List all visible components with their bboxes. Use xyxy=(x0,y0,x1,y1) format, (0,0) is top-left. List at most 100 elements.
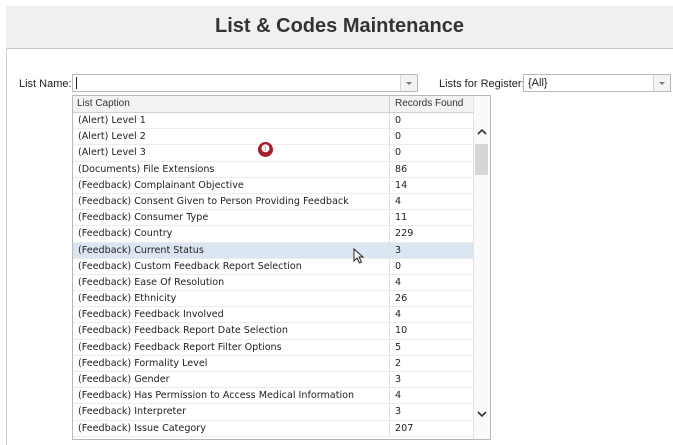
list-dropdown: List Caption Records Found (Alert) Level… xyxy=(72,95,491,440)
column-divider xyxy=(389,258,390,274)
records-found-cell: 4 xyxy=(395,390,402,402)
list-row[interactable]: (Feedback) Interpreter 3 xyxy=(73,404,473,421)
records-found-cell: 3 xyxy=(395,406,402,418)
records-found-cell: 5 xyxy=(395,341,402,353)
list-caption-cell: (Feedback) Ease Of Resolution xyxy=(78,276,225,288)
list-caption-cell: (Feedback) Gender xyxy=(78,374,170,385)
list-row[interactable]: (Feedback) Ease Of Resolution 4 xyxy=(73,274,473,292)
column-divider xyxy=(389,388,390,404)
list-row[interactable]: (Feedback) Country 229 xyxy=(73,226,473,243)
column-divider xyxy=(389,96,390,112)
column-divider xyxy=(389,420,390,436)
column-divider xyxy=(389,339,390,355)
list-row[interactable]: (Alert) Level 3 0 xyxy=(73,145,473,162)
records-found-cell: 11 xyxy=(395,212,408,224)
list-caption-cell: (Feedback) Feedback Report Date Selectio… xyxy=(78,325,289,337)
list-caption-cell: (Feedback) Current Status xyxy=(78,244,204,256)
list-caption-cell: (Feedback) Has Permission to Access Medi… xyxy=(78,390,355,402)
column-header-records-found[interactable]: Records Found xyxy=(395,98,463,109)
list-caption-cell: (Alert) Level 3 xyxy=(78,147,146,159)
list-caption-cell: (Feedback) Custom Feedback Report Select… xyxy=(78,260,302,272)
column-divider xyxy=(389,307,390,323)
list-caption-cell: (Feedback) Formality Level xyxy=(78,357,208,369)
records-found-cell: 0 xyxy=(395,260,402,272)
records-found-cell: 207 xyxy=(395,422,414,434)
records-found-cell: 0 xyxy=(395,115,402,126)
chevron-down-icon xyxy=(659,81,665,85)
list-row[interactable]: (Feedback) Feedback Report Filter Option… xyxy=(73,339,473,356)
list-caption-cell: (Feedback) Consumer Type xyxy=(78,212,209,224)
list-name-label: List Name: xyxy=(19,78,72,90)
column-divider xyxy=(389,242,390,258)
list-row[interactable]: (Feedback) Has Permission to Access Medi… xyxy=(73,388,473,405)
list-row[interactable]: (Alert) Level 2 0 xyxy=(73,129,473,146)
list-caption-cell: (Feedback) Country xyxy=(78,228,173,240)
column-divider xyxy=(389,161,390,177)
list-row[interactable]: (Feedback) Formality Level 2 xyxy=(73,355,473,372)
list-caption-cell: (Feedback) Feedback Involved xyxy=(78,309,224,321)
column-divider xyxy=(389,129,390,145)
list-name-dropdown-button[interactable] xyxy=(400,75,417,91)
column-divider xyxy=(389,274,390,291)
records-found-cell: 2 xyxy=(395,357,402,369)
vertical-scrollbar[interactable] xyxy=(473,96,490,439)
records-found-cell: 0 xyxy=(395,147,402,159)
list-row[interactable]: (Feedback) Consumer Type 11 xyxy=(73,210,473,227)
list-row[interactable]: (Feedback) Custom Feedback Report Select… xyxy=(73,258,473,275)
list-caption-cell: (Feedback) Interpreter xyxy=(78,406,187,418)
list-row[interactable]: (Feedback) Consent Given to Person Provi… xyxy=(73,193,473,211)
list-row[interactable]: (Feedback) Gender 3 xyxy=(73,372,473,389)
list-row[interactable]: (Feedback) Feedback Report Date Selectio… xyxy=(73,323,473,340)
list-row[interactable]: (Documents) File Extensions 86 xyxy=(73,161,473,178)
column-header-list-caption[interactable]: List Caption xyxy=(77,98,130,109)
list-row[interactable]: (Feedback) Issue Category 207 xyxy=(73,420,473,437)
column-divider xyxy=(389,372,390,388)
register-combobox[interactable]: {All} xyxy=(523,74,671,92)
scrollbar-thumb[interactable] xyxy=(475,144,488,175)
list-row[interactable]: (Feedback) Ethnicity 26 xyxy=(73,291,473,308)
step-number-badge: ❶ xyxy=(258,142,273,157)
list-row[interactable]: (Feedback) Current Status 3 xyxy=(73,242,473,259)
page-title: List & Codes Maintenance xyxy=(215,15,464,37)
records-found-cell: 3 xyxy=(395,374,402,385)
list-caption-cell: (Documents) File Extensions xyxy=(78,163,215,175)
list-caption-cell: (Feedback) Ethnicity xyxy=(78,293,177,305)
records-found-cell: 0 xyxy=(395,131,402,143)
register-dropdown-button[interactable] xyxy=(653,75,670,91)
list-caption-cell: (Alert) Level 2 xyxy=(78,131,146,143)
list-caption-cell: (Feedback) Consent Given to Person Provi… xyxy=(78,195,349,207)
records-found-cell: 4 xyxy=(395,309,402,321)
column-divider xyxy=(389,404,390,420)
records-found-cell: 4 xyxy=(395,276,402,288)
title-bar: List & Codes Maintenance xyxy=(6,6,673,49)
text-caret xyxy=(76,77,77,89)
scroll-down-icon[interactable] xyxy=(476,408,488,420)
records-found-cell: 10 xyxy=(395,325,408,337)
dropdown-header: List Caption Records Found xyxy=(73,96,473,113)
column-divider xyxy=(389,113,390,129)
list-caption-cell: (Alert) Level 1 xyxy=(78,115,146,126)
list-caption-cell: (Feedback) Feedback Report Filter Option… xyxy=(78,341,282,353)
column-divider xyxy=(389,193,390,210)
register-value: {All} xyxy=(528,77,548,89)
chevron-down-icon xyxy=(406,81,412,85)
records-found-cell: 229 xyxy=(395,228,414,240)
records-found-cell: 14 xyxy=(395,179,408,191)
records-found-cell: 86 xyxy=(395,163,408,175)
column-divider xyxy=(389,226,390,242)
column-divider xyxy=(389,145,390,161)
list-row[interactable]: (Feedback) Complainant Objective 14 xyxy=(73,177,473,194)
column-divider xyxy=(389,323,390,339)
column-divider xyxy=(389,291,390,307)
list-row[interactable]: (Feedback) Feedback Involved 4 xyxy=(73,307,473,324)
list-row[interactable]: (Alert) Level 1 0 xyxy=(73,113,473,130)
scroll-up-icon[interactable] xyxy=(476,126,488,138)
records-found-cell: 3 xyxy=(395,244,402,256)
panel-border xyxy=(6,48,7,445)
list-name-combobox[interactable] xyxy=(72,74,418,92)
column-divider xyxy=(389,355,390,371)
column-divider xyxy=(389,177,390,193)
records-found-cell: 4 xyxy=(395,195,402,207)
list-caption-cell: (Feedback) Complainant Objective xyxy=(78,179,244,191)
list-caption-cell: (Feedback) Issue Category xyxy=(78,422,206,434)
